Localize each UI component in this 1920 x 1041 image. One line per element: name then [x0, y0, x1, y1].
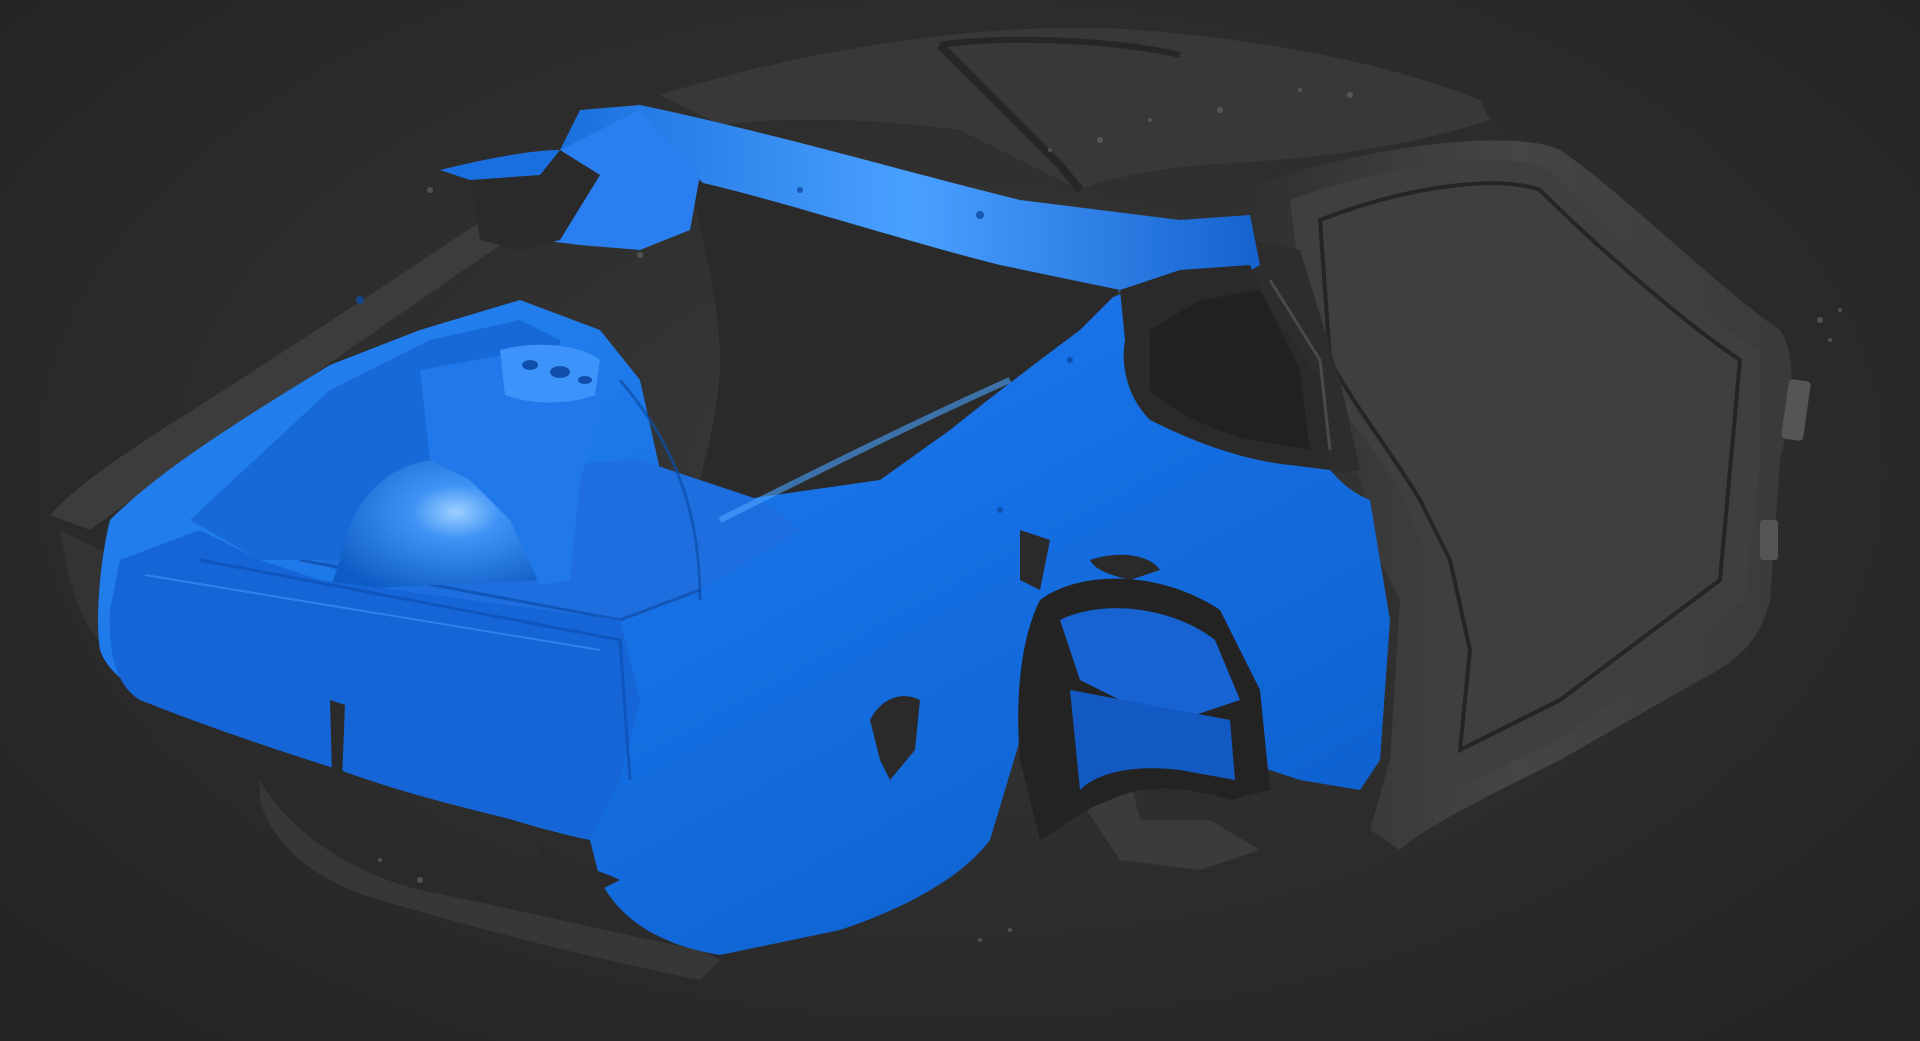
3d-viewport[interactable] — [0, 0, 1920, 1041]
car-body-scan-icon — [50, 27, 1842, 980]
